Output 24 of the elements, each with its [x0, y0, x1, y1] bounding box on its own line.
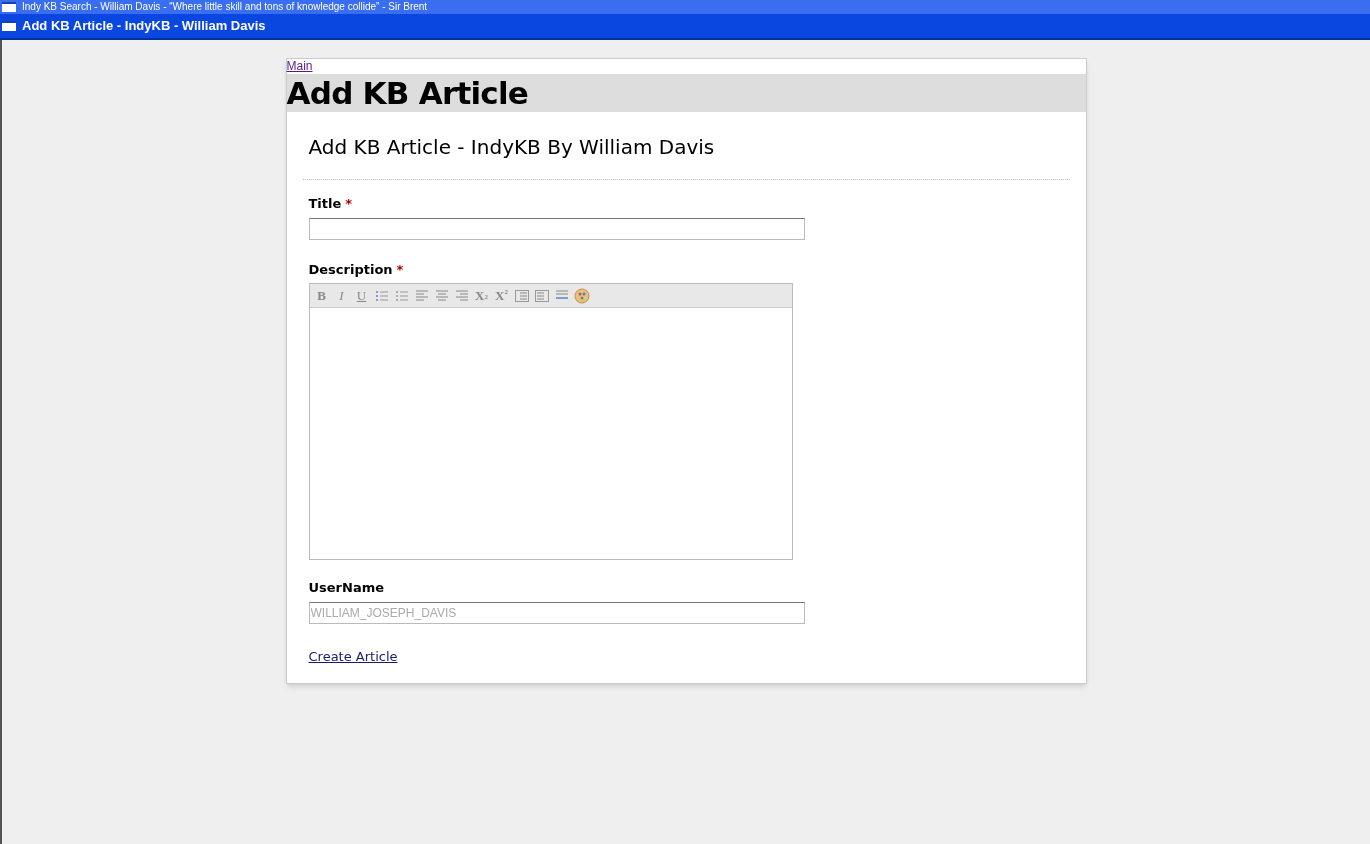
indent-icon[interactable]: [533, 287, 550, 304]
italic-button[interactable]: I: [333, 287, 350, 304]
page-heading: Add KB Article: [286, 74, 1086, 112]
create-article-link[interactable]: Create Article: [308, 648, 398, 664]
underline-button[interactable]: U: [353, 287, 370, 304]
window-title: Add KB Article - IndyKB - William Davis: [22, 17, 266, 36]
window-icon: [2, 2, 16, 12]
palette-icon[interactable]: [573, 287, 590, 304]
bold-button[interactable]: B: [313, 287, 330, 304]
outdent-icon[interactable]: [513, 287, 530, 304]
window-icon: [2, 21, 16, 31]
text-field[interactable]: [308, 217, 805, 240]
superscript-button[interactable]: X$^{2}$: [493, 287, 510, 304]
align-left-icon[interactable]: [413, 287, 430, 304]
align-center-icon[interactable]: [433, 287, 450, 304]
window-title: Indy KB Search - William Davis - “Where little skill and tons of knowledge collide” - Sir Brent: [22, 1, 428, 13]
required-mark: *: [396, 260, 404, 279]
form-title: Add KB Article - IndyKB By William Davis: [302, 112, 1070, 180]
field-label: Title: [308, 195, 342, 213]
main-link[interactable]: Main: [286, 59, 313, 74]
field-label: UserName: [308, 579, 386, 597]
field-label: Description: [308, 260, 393, 279]
required-mark: *: [345, 195, 353, 213]
align-right-icon[interactable]: [453, 287, 470, 304]
